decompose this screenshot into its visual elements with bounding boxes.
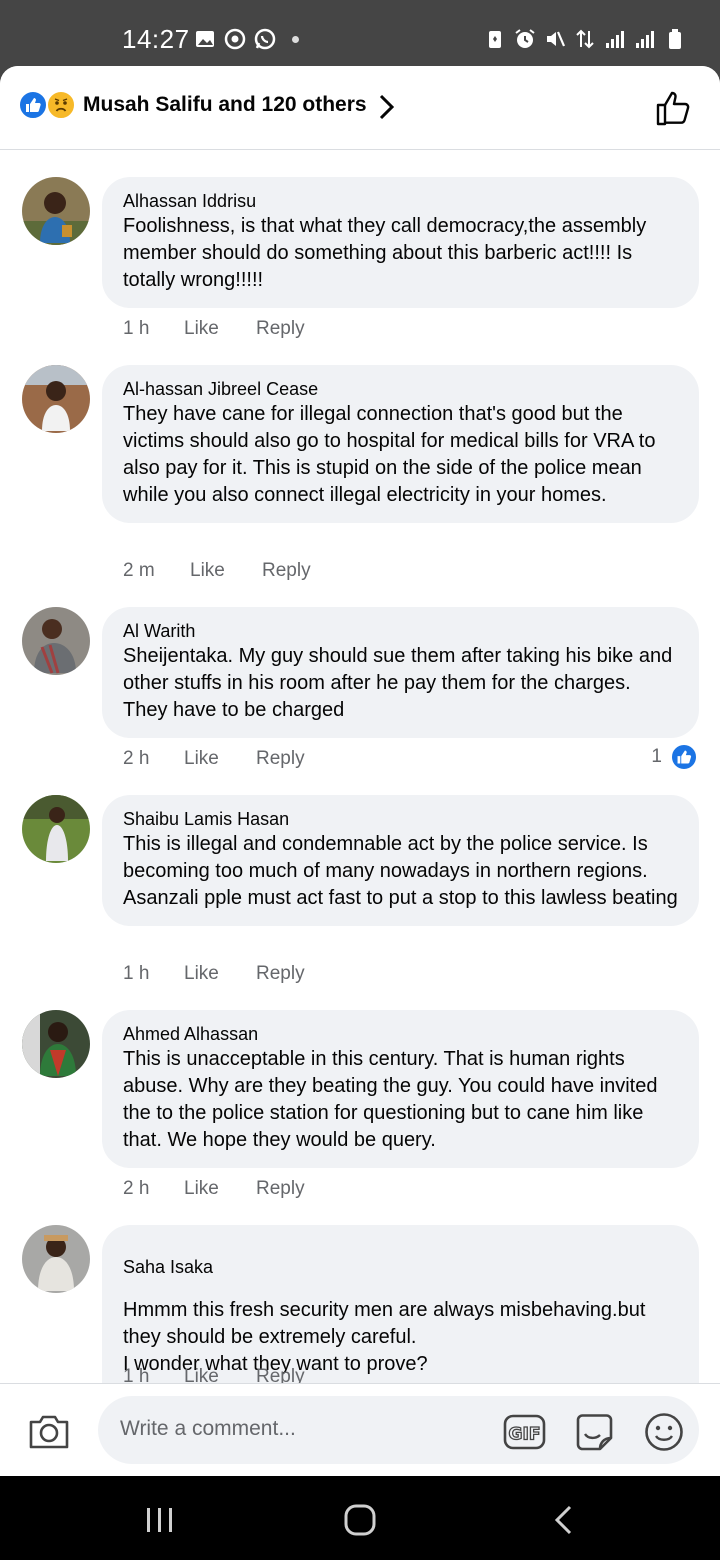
avatar[interactable] xyxy=(22,795,90,863)
home-icon[interactable] xyxy=(343,1504,377,1536)
avatar[interactable] xyxy=(22,1225,90,1293)
comments-sheet: Musah Salifu and 120 others Alhassan Idd… xyxy=(0,66,720,1476)
comment-text: This is unacceptable in this century. Th… xyxy=(123,1048,658,1151)
gif-icon[interactable]: GIF xyxy=(503,1414,546,1450)
reactions-summary[interactable]: Musah Salifu and 120 others xyxy=(83,93,367,117)
comment-time: 1 h xyxy=(123,318,150,339)
reply-button[interactable]: Reply xyxy=(256,318,305,340)
chevron-right-icon[interactable] xyxy=(376,92,398,122)
reply-button[interactable]: Reply xyxy=(262,560,311,582)
status-right-icons xyxy=(484,28,686,50)
back-icon[interactable] xyxy=(552,1504,574,1536)
sad-reaction-icon xyxy=(46,90,76,120)
comment-time: 1 h xyxy=(123,963,150,984)
status-left-icons xyxy=(194,28,299,50)
like-button[interactable]: Like xyxy=(184,1178,256,1200)
status-bar: 14:27 xyxy=(0,0,720,66)
comment-bubble: Alhassan Iddrisu Foolishness, is that wh… xyxy=(102,177,699,308)
system-nav-bar xyxy=(0,1476,720,1560)
like-reaction-icon xyxy=(18,90,48,120)
sticker-icon[interactable] xyxy=(574,1412,615,1453)
comment-input-placeholder[interactable]: Write a comment... xyxy=(120,1417,296,1441)
comment-author[interactable]: Al Warith xyxy=(123,619,679,643)
comment-bubble: Al-hassan Jibreel Cease They have cane f… xyxy=(102,365,699,523)
reply-button[interactable]: Reply xyxy=(256,748,305,770)
like-button[interactable]: Like xyxy=(184,748,256,770)
comment-time: 2 h xyxy=(123,1178,150,1199)
status-time: 14:27 xyxy=(122,24,190,54)
reply-button[interactable]: Reply xyxy=(256,1178,305,1200)
comment-time: 1 h xyxy=(123,1366,150,1383)
avatar[interactable] xyxy=(22,365,90,433)
gallery-icon xyxy=(196,31,214,47)
comment-time: 2 m xyxy=(123,560,155,581)
like-button[interactable]: Like xyxy=(184,963,256,985)
recent-apps-icon[interactable] xyxy=(144,1506,176,1534)
comment-bubble: Saha Isaka Hmmm this fresh security men … xyxy=(102,1225,699,1383)
comment-actions: 2 h Like Reply xyxy=(123,748,305,770)
comment-author[interactable]: Al-hassan Jibreel Cease xyxy=(123,377,679,401)
reactions-header[interactable]: Musah Salifu and 120 others xyxy=(0,66,720,150)
comment-bubble: Ahmed Alhassan This is unacceptable in t… xyxy=(102,1010,699,1168)
alarm-icon xyxy=(515,29,535,48)
vpn-icon xyxy=(224,28,246,50)
whatsapp-icon xyxy=(254,28,276,50)
comment-text: This is illegal and condemnable act by t… xyxy=(123,833,678,909)
reply-button[interactable]: Reply xyxy=(256,1366,305,1383)
comment-actions: 2 h Like Reply xyxy=(123,1178,305,1200)
comment-actions: 1 h Like Reply xyxy=(123,1366,305,1383)
camera-icon[interactable] xyxy=(27,1411,71,1451)
comment-time: 2 h xyxy=(123,748,150,769)
reaction-icons xyxy=(18,90,78,122)
reply-button[interactable]: Reply xyxy=(256,963,305,985)
thumbs-up-icon[interactable] xyxy=(654,88,694,128)
avatar[interactable] xyxy=(22,607,90,675)
signal-icon xyxy=(606,31,624,48)
comment-author[interactable]: Shaibu Lamis Hasan xyxy=(123,807,679,831)
comment-actions: 1 h Like Reply xyxy=(123,963,305,985)
comment-author[interactable]: Saha Isaka xyxy=(123,1255,679,1279)
reaction-count[interactable]: 1 xyxy=(651,743,698,771)
like-button[interactable]: Like xyxy=(184,1366,256,1383)
comment-list[interactable]: Alhassan Iddrisu Foolishness, is that wh… xyxy=(0,150,720,1383)
battery-saver-icon xyxy=(489,31,501,48)
dot-icon xyxy=(292,35,299,43)
comment-text: They have cane for illegal connection th… xyxy=(123,403,656,506)
like-button[interactable]: Like xyxy=(190,560,262,582)
comment-text: Sheijentaka. My guy should sue them afte… xyxy=(123,645,673,721)
comment-composer: Write a comment... GIF xyxy=(0,1383,720,1476)
comment-actions: 2 m Like Reply xyxy=(123,560,311,582)
comment-author[interactable]: Ahmed Alhassan xyxy=(123,1022,679,1046)
avatar[interactable] xyxy=(22,177,90,245)
comment-text: Foolishness, is that what they call demo… xyxy=(123,215,647,291)
battery-icon xyxy=(669,29,681,49)
mute-icon xyxy=(547,31,566,47)
comment-bubble: Shaibu Lamis Hasan This is illegal and c… xyxy=(102,795,699,926)
data-arrows-icon xyxy=(576,29,594,49)
emoji-icon[interactable] xyxy=(644,1412,684,1452)
comment-author[interactable]: Alhassan Iddrisu xyxy=(123,189,679,213)
comment-actions: 1 h Like Reply xyxy=(123,318,305,340)
signal-icon xyxy=(636,31,654,48)
like-button[interactable]: Like xyxy=(184,318,256,340)
gif-label: GIF xyxy=(509,1425,541,1445)
comment-bubble: Al Warith Sheijentaka. My guy should sue… xyxy=(102,607,699,738)
reaction-count-number: 1 xyxy=(651,746,662,767)
like-reaction-icon xyxy=(670,743,698,771)
avatar[interactable] xyxy=(22,1010,90,1078)
